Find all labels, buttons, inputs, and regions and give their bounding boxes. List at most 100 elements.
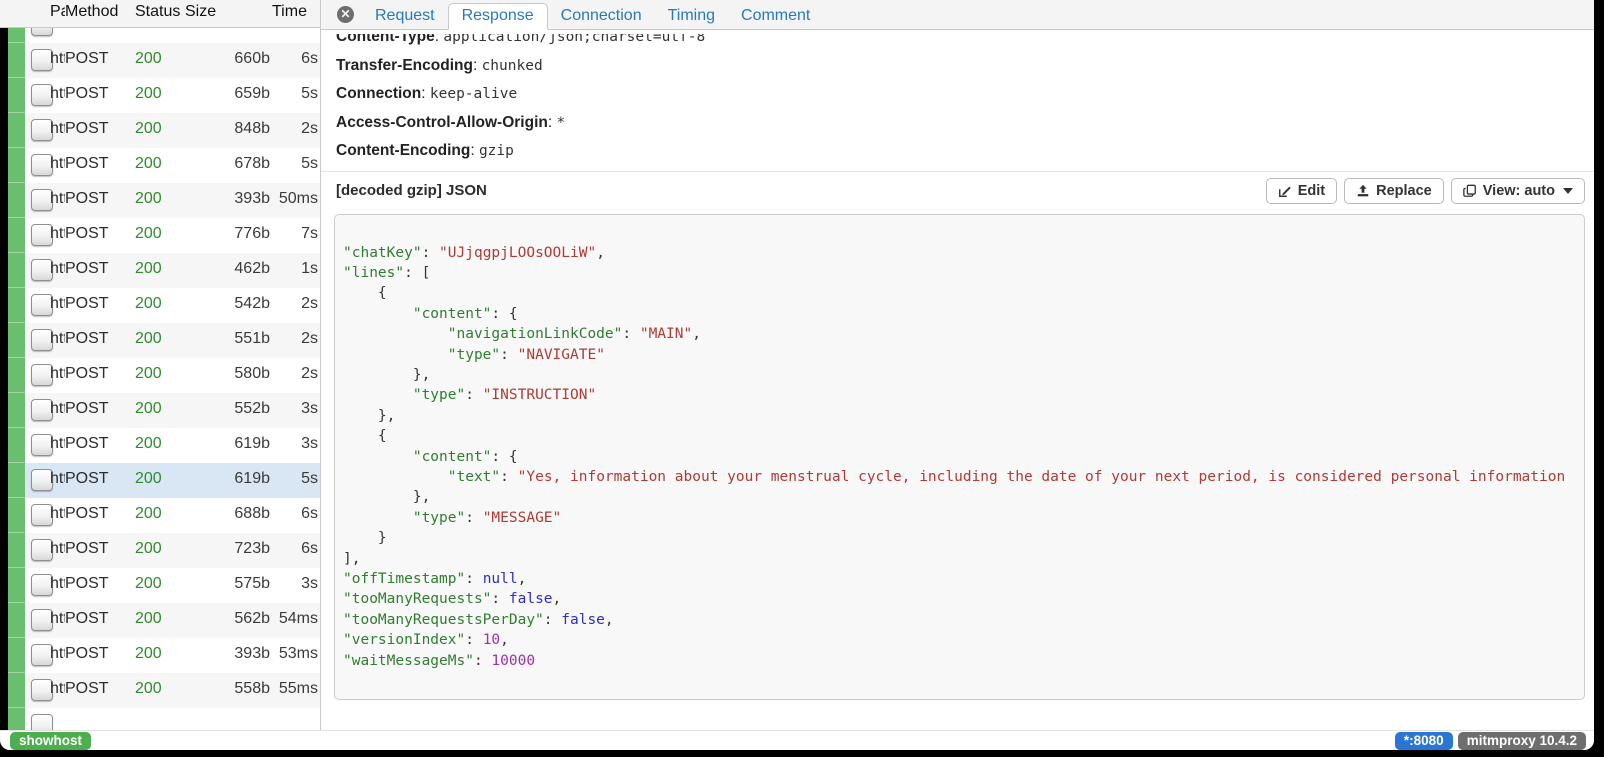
flow-row[interactable]: htt POST 200 562b 54ms bbox=[0, 603, 320, 638]
tab-connection[interactable]: Connection bbox=[548, 4, 655, 29]
view-mode-label: View: auto bbox=[1483, 183, 1555, 199]
flow-row[interactable] bbox=[0, 708, 320, 730]
flow-row[interactable]: htt POST 200 678b 5s bbox=[0, 148, 320, 183]
column-header-status[interactable]: Status bbox=[135, 3, 180, 21]
edit-icon bbox=[1278, 184, 1292, 198]
edit-button[interactable]: Edit bbox=[1266, 178, 1337, 204]
response-header-line[interactable]: Content-Type: application/json;charset=u… bbox=[336, 34, 1594, 52]
flow-marker bbox=[8, 43, 25, 78]
flow-row[interactable]: htt POST 200 619b 5s bbox=[0, 463, 320, 498]
flow-path: htt bbox=[50, 645, 65, 663]
view-mode-button[interactable]: View: auto bbox=[1451, 178, 1585, 204]
flow-marker bbox=[8, 393, 25, 428]
flow-path: htt bbox=[50, 225, 65, 243]
flow-marker bbox=[8, 428, 25, 463]
copy-icon bbox=[1463, 184, 1477, 198]
status-bar: showhost *:8080 mitmproxy 10.4.2 bbox=[0, 730, 1594, 750]
listen-address-badge: *:8080 bbox=[1395, 732, 1453, 750]
flow-row[interactable] bbox=[0, 28, 320, 43]
flow-method: POST bbox=[65, 540, 109, 558]
response-header-line[interactable]: Content-Encoding: gzip bbox=[336, 137, 1594, 166]
flow-size: 660b bbox=[185, 50, 270, 68]
tab-response[interactable]: Response bbox=[448, 3, 548, 30]
header-name: Content-Encoding bbox=[336, 142, 470, 159]
header-value: keep-alive bbox=[430, 86, 517, 102]
flow-path: htt bbox=[50, 295, 65, 313]
flow-row[interactable]: htt POST 200 393b 53ms bbox=[0, 638, 320, 673]
tab-request[interactable]: Request bbox=[362, 4, 448, 29]
flow-row[interactable]: htt POST 200 575b 3s bbox=[0, 568, 320, 603]
flow-marker bbox=[8, 148, 25, 183]
flow-row[interactable]: htt POST 200 723b 6s bbox=[0, 533, 320, 568]
column-header-method[interactable]: Method bbox=[65, 3, 118, 21]
flow-size: 462b bbox=[185, 260, 270, 278]
tab-timing[interactable]: Timing bbox=[655, 4, 728, 29]
flow-row[interactable]: htt POST 200 462b 1s bbox=[0, 253, 320, 288]
flow-status: 200 bbox=[135, 575, 162, 593]
flow-method: POST bbox=[65, 190, 109, 208]
body-toolbar: Edit Replace View: auto bbox=[1266, 178, 1585, 204]
flow-row[interactable]: htt POST 200 580b 2s bbox=[0, 358, 320, 393]
response-view: Content-Type: application/json;charset=u… bbox=[321, 30, 1594, 730]
flow-method: POST bbox=[65, 435, 109, 453]
flow-size: 659b bbox=[185, 85, 270, 103]
flow-size: 393b bbox=[185, 190, 270, 208]
flow-marker bbox=[8, 218, 25, 253]
flow-thumbnail-box bbox=[31, 714, 53, 730]
flow-marker bbox=[8, 288, 25, 323]
tab-comment[interactable]: Comment bbox=[728, 4, 823, 29]
column-header-path[interactable]: Path bbox=[50, 3, 65, 21]
window-edge bbox=[0, 28, 8, 750]
flow-path: htt bbox=[50, 610, 65, 628]
flow-time: 53ms bbox=[272, 645, 318, 663]
flow-marker bbox=[8, 183, 25, 218]
flow-path: htt bbox=[50, 400, 65, 418]
flow-row[interactable]: htt POST 200 848b 2s bbox=[0, 113, 320, 148]
flow-size: 580b bbox=[185, 365, 270, 383]
flow-time: 55ms bbox=[272, 680, 318, 698]
flow-row[interactable]: htt POST 200 659b 5s bbox=[0, 78, 320, 113]
flow-method: POST bbox=[65, 645, 109, 663]
flow-status: 200 bbox=[135, 365, 162, 383]
flow-method: POST bbox=[65, 50, 109, 68]
flow-time: 2s bbox=[272, 295, 318, 313]
flow-size: 393b bbox=[185, 645, 270, 663]
flow-row[interactable]: htt POST 200 619b 3s bbox=[0, 428, 320, 463]
header-name: Transfer-Encoding bbox=[336, 57, 473, 74]
flow-time: 2s bbox=[272, 365, 318, 383]
edit-button-label: Edit bbox=[1298, 183, 1325, 199]
flow-row[interactable]: htt POST 200 552b 3s bbox=[0, 393, 320, 428]
flow-path: htt bbox=[50, 505, 65, 523]
column-header-time[interactable]: Time bbox=[272, 3, 307, 21]
flow-status: 200 bbox=[135, 190, 162, 208]
flow-path: htt bbox=[50, 190, 65, 208]
flow-size: 688b bbox=[185, 505, 270, 523]
flow-marker bbox=[8, 78, 25, 113]
flow-time: 50ms bbox=[272, 190, 318, 208]
flow-status: 200 bbox=[135, 610, 162, 628]
flow-row[interactable]: htt POST 200 776b 7s bbox=[0, 218, 320, 253]
flow-method: POST bbox=[65, 470, 109, 488]
flow-method: POST bbox=[65, 365, 109, 383]
response-header-line[interactable]: Transfer-Encoding: chunked bbox=[336, 52, 1594, 81]
flow-status: 200 bbox=[135, 435, 162, 453]
response-header-line[interactable]: Access-Control-Allow-Origin: * bbox=[336, 109, 1594, 138]
flow-row[interactable]: htt POST 200 551b 2s bbox=[0, 323, 320, 358]
flow-row[interactable]: htt POST 200 542b 2s bbox=[0, 288, 320, 323]
close-icon[interactable]: ✕ bbox=[337, 6, 354, 23]
flow-size: 776b bbox=[185, 225, 270, 243]
flow-status: 200 bbox=[135, 295, 162, 313]
response-header-line[interactable]: Connection: keep-alive bbox=[336, 80, 1594, 109]
flow-row[interactable]: htt POST 200 660b 6s bbox=[0, 43, 320, 78]
flow-list-header: Path Method Status Size Time bbox=[0, 0, 320, 28]
flow-time: 5s bbox=[272, 470, 318, 488]
flow-path: htt bbox=[50, 260, 65, 278]
flow-row[interactable]: htt POST 200 558b 55ms bbox=[0, 673, 320, 708]
column-header-size[interactable]: Size bbox=[185, 3, 216, 21]
header-name: Access-Control-Allow-Origin bbox=[336, 114, 548, 131]
flow-row[interactable]: htt POST 200 393b 50ms bbox=[0, 183, 320, 218]
flow-marker bbox=[8, 358, 25, 393]
divider bbox=[321, 171, 1594, 172]
flow-row[interactable]: htt POST 200 688b 6s bbox=[0, 498, 320, 533]
replace-button[interactable]: Replace bbox=[1344, 178, 1444, 204]
